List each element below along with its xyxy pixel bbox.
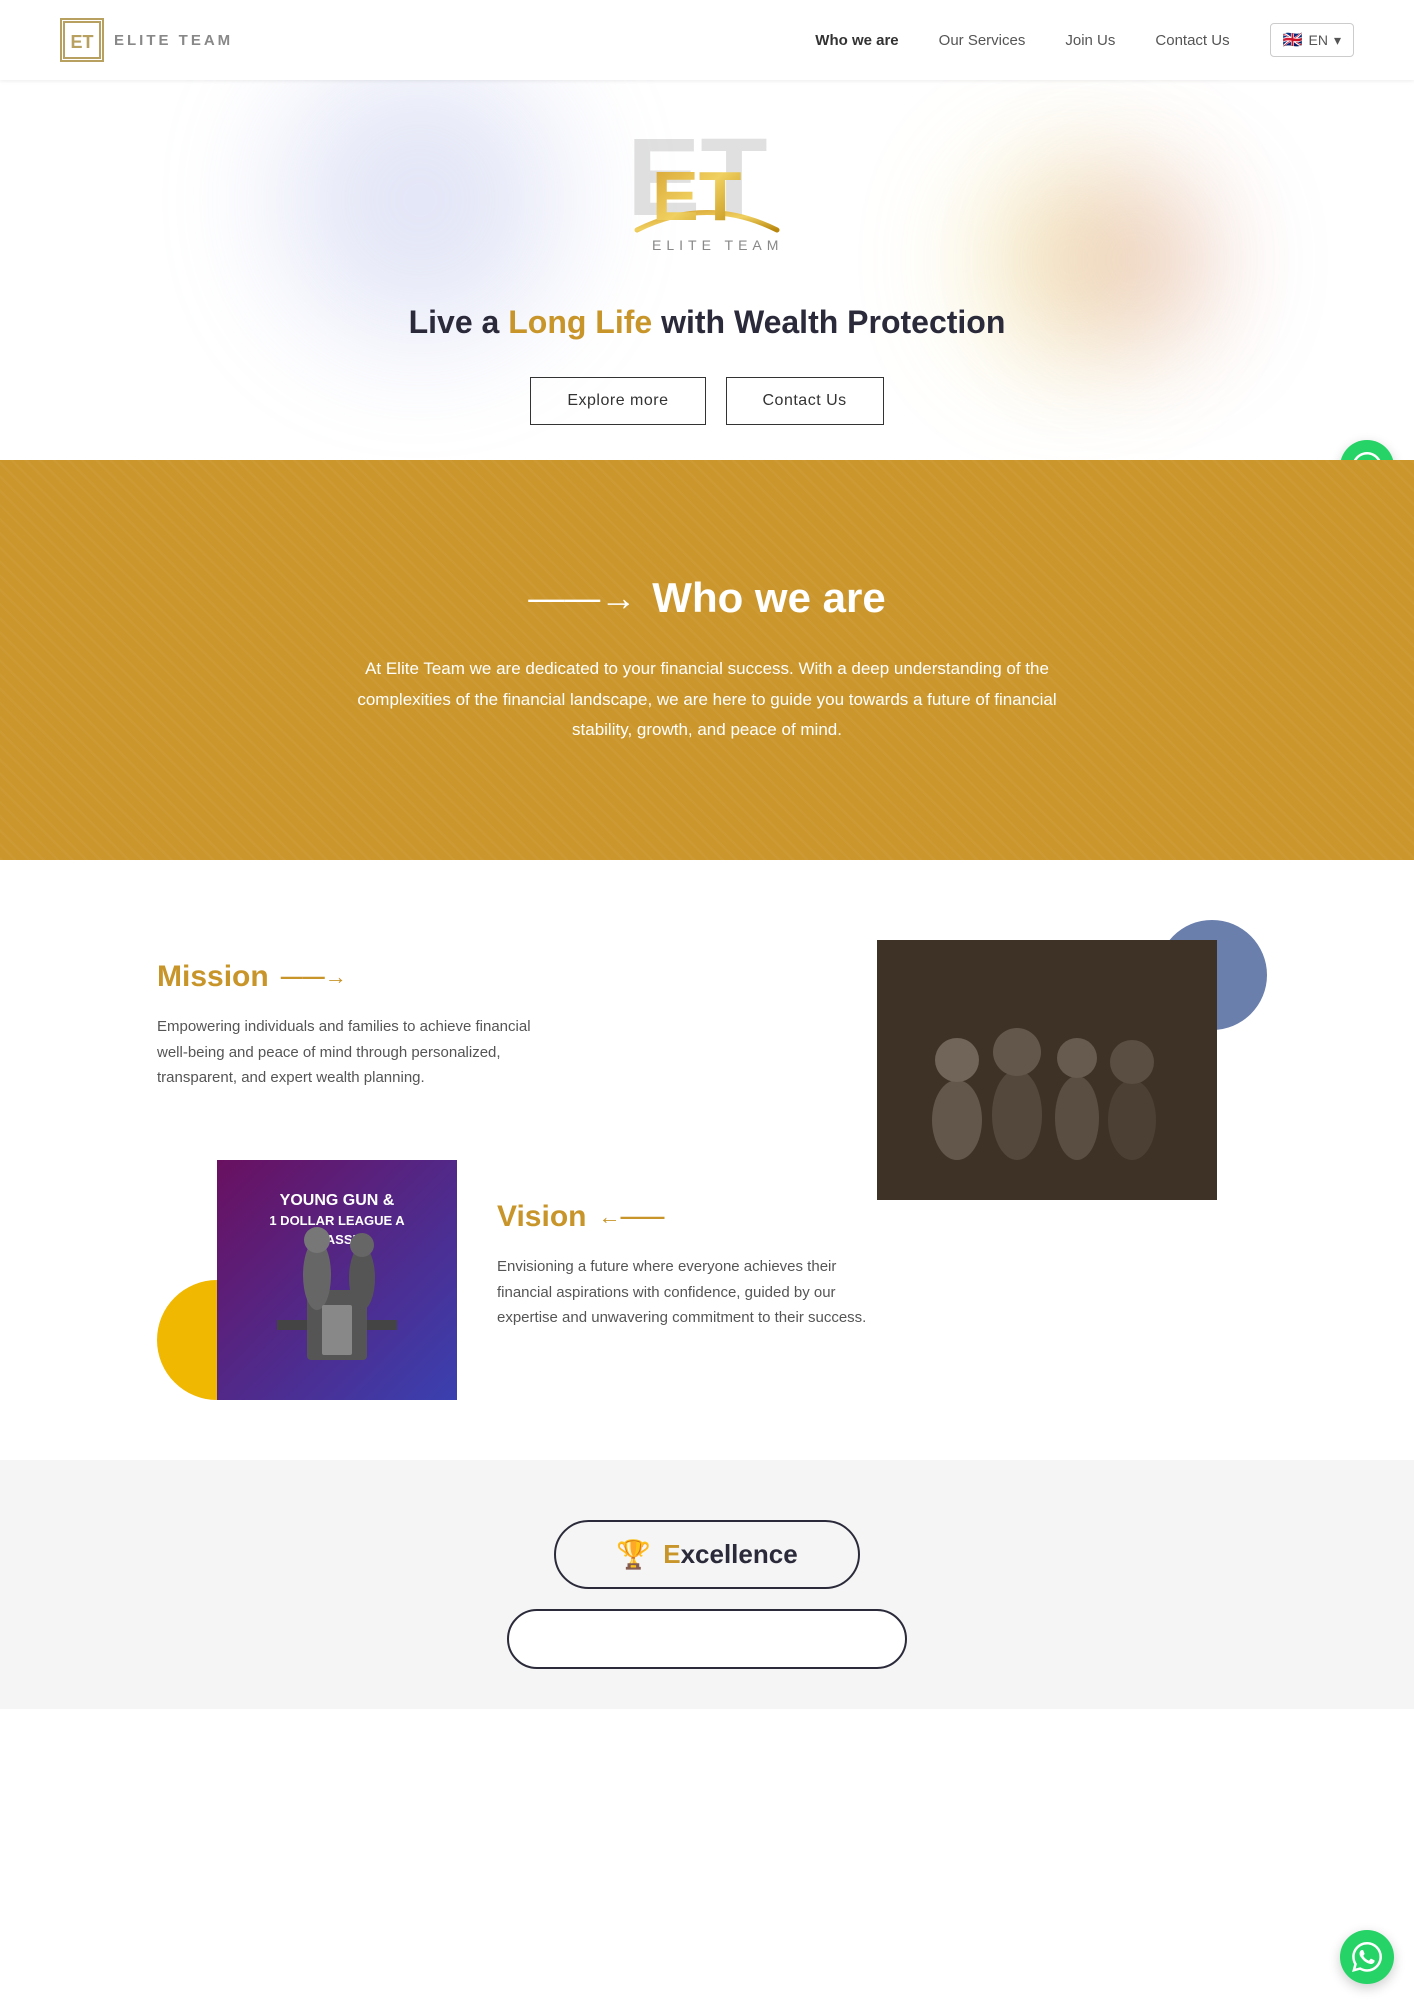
language-selector[interactable]: 🇬🇧 EN ▾: [1270, 23, 1354, 57]
mission-heading: Mission ——→: [157, 960, 817, 994]
logo-text: ELITE TEAM: [114, 32, 233, 49]
flag-icon: 🇬🇧: [1283, 30, 1303, 50]
explore-more-button[interactable]: Explore more: [530, 377, 705, 425]
svg-text:ELITE TEAM: ELITE TEAM: [652, 237, 783, 253]
logo-icon: ET: [60, 18, 104, 62]
vision-body: Envisioning a future where everyone achi…: [497, 1254, 877, 1331]
tagline-post: with Wealth Protection: [652, 304, 1005, 340]
whatsapp-button-1[interactable]: [1340, 440, 1394, 460]
hero-buttons: Explore more Contact Us: [530, 377, 883, 425]
mv-inner: Mission ——→ Empowering individuals and f…: [157, 940, 1257, 1400]
whatsapp-button-5[interactable]: [1340, 1930, 1394, 1984]
nav-who-we-are[interactable]: Who we are: [815, 32, 898, 49]
nav-links: Who we are Our Services Join Us Contact …: [815, 23, 1354, 57]
mission-body: Empowering individuals and families to a…: [157, 1014, 537, 1091]
tagline-pre: Live a: [409, 304, 509, 340]
excellence-e: E: [663, 1539, 680, 1569]
excellence-badge: 🏆 Excellence: [554, 1520, 859, 1589]
logo[interactable]: ET ELITE TEAM: [60, 18, 233, 62]
excellence-rest: xcellence: [681, 1539, 798, 1569]
who-title-text: Who we are: [652, 574, 885, 622]
chevron-down-icon: ▾: [1334, 32, 1341, 49]
who-we-are-section: ——→ Who we are At Elite Team we are dedi…: [0, 460, 1414, 860]
next-badge-placeholder: [507, 1609, 907, 1669]
svg-text:ET: ET: [70, 32, 93, 52]
mission-vision-section: Mission ——→ Empowering individuals and f…: [0, 860, 1414, 1460]
who-title: ——→ Who we are: [357, 574, 1057, 622]
vision-image-wrap: YOUNG GUN & 1 DOLLAR LEAGUE A (CLASSIC): [157, 1160, 437, 1400]
mission-arrow-icon: ——→: [281, 964, 347, 990]
who-description: At Elite Team we are dedicated to your f…: [357, 654, 1057, 746]
nav-join-us[interactable]: Join Us: [1065, 32, 1115, 49]
mission-title: Mission: [157, 960, 269, 994]
lang-label: EN: [1309, 32, 1328, 48]
navbar: ET ELITE TEAM Who we are Our Services Jo…: [0, 0, 1414, 80]
mission-photo: [877, 940, 1217, 1200]
vision-photo: YOUNG GUN & 1 DOLLAR LEAGUE A (CLASSIC): [217, 1160, 457, 1400]
contact-us-hero-button[interactable]: Contact Us: [726, 377, 884, 425]
arrow-icon: ——→: [528, 577, 636, 619]
mission-image-wrap: [877, 940, 1257, 1220]
nav-our-services[interactable]: Our Services: [939, 32, 1026, 49]
svg-text:ET: ET: [652, 157, 741, 235]
bg-blob-red: [1054, 180, 1214, 340]
nav-contact-us[interactable]: Contact Us: [1155, 32, 1229, 49]
excellence-label: Excellence: [663, 1539, 797, 1570]
tagline-highlight: Long Life: [508, 304, 652, 340]
hero-tagline: Live a Long Life with Wealth Protection: [409, 304, 1006, 341]
excellence-section: 🏆 Excellence: [0, 1460, 1414, 1709]
excellence-icon: 🏆: [616, 1538, 651, 1571]
vision-title: Vision: [497, 1200, 586, 1234]
hero-logo: ET ET ELITE TEAM: [597, 115, 817, 280]
who-content: ——→ Who we are At Elite Team we are dedi…: [357, 574, 1057, 746]
bg-blob-purple: [280, 60, 560, 340]
mission-text: Mission ——→ Empowering individuals and f…: [157, 940, 817, 1091]
vision-arrow-icon: ←——: [598, 1204, 664, 1230]
